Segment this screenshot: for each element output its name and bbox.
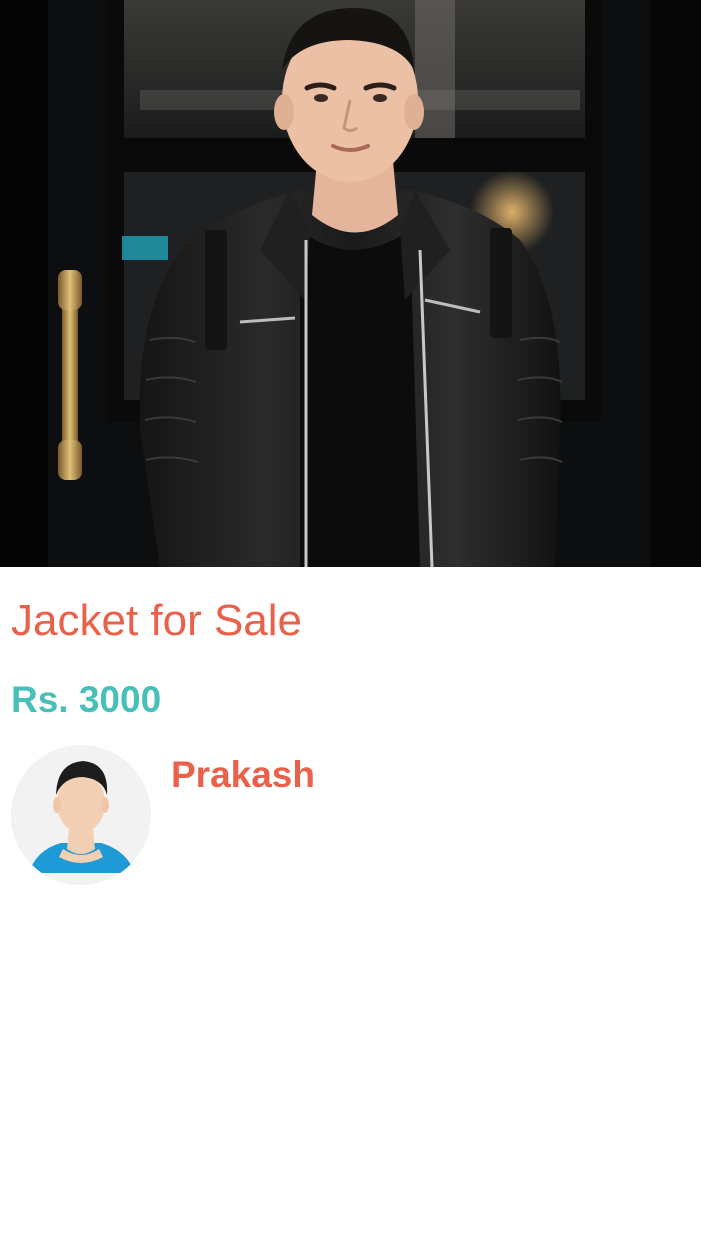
listing-detail-screen: Jacket for Sale Rs. 3000 Prakash — [0, 0, 701, 1247]
seller-avatar[interactable] — [11, 745, 151, 885]
listing-price: Rs. 3000 — [11, 679, 162, 720]
seller-info[interactable]: Prakash — [11, 745, 611, 887]
jacket-photo-icon — [0, 0, 701, 567]
listing-title: Jacket for Sale — [11, 596, 303, 645]
product-image[interactable] — [0, 0, 701, 567]
user-avatar-icon — [11, 745, 151, 885]
seller-name[interactable]: Prakash — [171, 753, 315, 797]
